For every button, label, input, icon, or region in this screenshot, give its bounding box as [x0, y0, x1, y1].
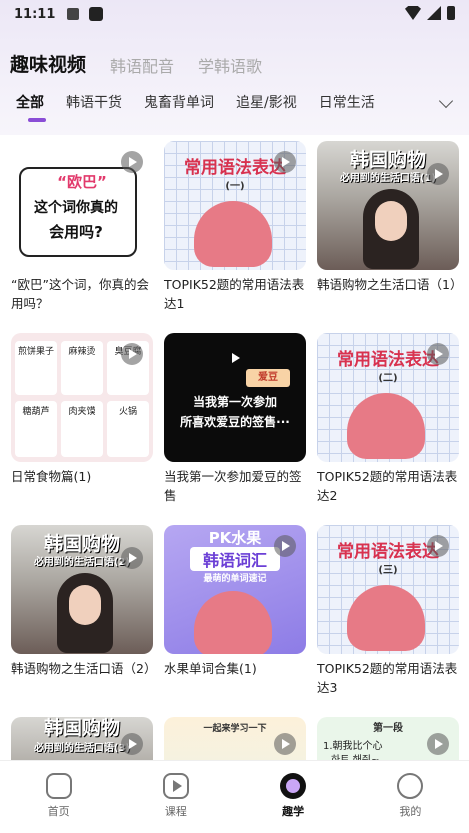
nav-label: 课程: [164, 805, 187, 818]
play-icon[interactable]: [427, 535, 449, 557]
nav-home[interactable]: 首页: [19, 773, 99, 833]
play-icon[interactable]: [224, 347, 246, 369]
video-thumbnail[interactable]: 常用语法表达 (二): [317, 333, 459, 462]
thumbnail-text: (三): [378, 565, 398, 576]
food-tile: 火锅: [107, 401, 149, 457]
tab-korean-songs[interactable]: 学韩语歌: [198, 53, 262, 77]
play-icon[interactable]: [274, 535, 296, 557]
nav-label: 趣学: [282, 805, 305, 818]
nav-courses[interactable]: 课程: [136, 773, 216, 833]
category-tab-korean-tips[interactable]: 韩语干货: [66, 92, 122, 112]
food-tile: 煎饼果子: [15, 341, 57, 395]
video-thumbnail[interactable]: PK水果 韩语词汇 最萌的单词速记: [164, 525, 306, 654]
play-icon[interactable]: [427, 343, 449, 365]
mascot-illustration: [347, 585, 425, 651]
video-thumbnail[interactable]: 常用语法表达 (三): [317, 525, 459, 654]
play-icon[interactable]: [121, 343, 143, 365]
video-caption[interactable]: 韩语购物之生活口语（2）: [11, 659, 156, 678]
mascot-illustration: [347, 393, 425, 459]
video-thumbnail[interactable]: 韩国购物 必用到的生活口语(2): [11, 525, 153, 654]
thumbnail-text: 所喜欢爱豆的签售···: [180, 415, 290, 429]
course-icon: [162, 773, 189, 799]
status-time: 11:11: [14, 6, 56, 22]
nav-label: 我的: [399, 805, 422, 818]
fun-learn-icon: [280, 773, 307, 799]
thumbnail-text: 会用吗?: [49, 223, 103, 241]
video-caption[interactable]: 水果单词合集(1): [164, 659, 306, 678]
video-caption[interactable]: TOPIK52题的常用语法表达3: [317, 659, 459, 697]
status-bar: 11:11: [0, 0, 469, 28]
food-tile: 麻辣烫: [61, 341, 103, 395]
video-card[interactable]: 煎饼果子 麻辣烫 臭豆腐 糖葫芦 肉夹馍 火锅 日常食物篇(1): [11, 333, 153, 486]
video-card[interactable]: 常用语法表达 (二) TOPIK52题的常用语法表达2: [317, 333, 459, 505]
video-thumbnail[interactable]: 韩国购物 必用到的生活口语(1): [317, 141, 459, 270]
play-icon[interactable]: [121, 151, 143, 173]
video-card[interactable]: 常用语法表达 (三) TOPIK52题的常用语法表达3: [317, 525, 459, 697]
notification-square-icon: [89, 7, 104, 21]
video-caption[interactable]: TOPIK52题的常用语法表达1: [164, 275, 306, 313]
thumbnail-text: “欧巴”: [57, 173, 107, 191]
video-thumbnail[interactable]: 常用语法表达 (一): [164, 141, 306, 270]
notification-a-icon: [67, 8, 80, 20]
play-icon[interactable]: [121, 733, 143, 755]
video-thumbnail[interactable]: 煎饼果子 麻辣烫 臭豆腐 糖葫芦 肉夹馍 火锅: [11, 333, 153, 462]
nav-profile[interactable]: 我的: [370, 773, 450, 833]
tab-fun-videos[interactable]: 趣味视频: [10, 50, 97, 77]
video-card[interactable]: 爱豆 当我第一次参加 所喜欢爱豆的签售··· 当我第一次参加爱豆的签售: [164, 333, 306, 505]
signal-icon: [427, 6, 441, 20]
thumbnail-text: 韩语词汇: [190, 547, 280, 571]
play-icon[interactable]: [274, 733, 296, 755]
video-thumbnail[interactable]: 爱豆 当我第一次参加 所喜欢爱豆的签售···: [164, 333, 306, 462]
play-icon[interactable]: [427, 163, 449, 185]
thumbnail-text: 1.朝我比个心: [323, 741, 383, 752]
category-tab-idols-film[interactable]: 追星/影视: [236, 92, 297, 112]
play-icon[interactable]: [274, 151, 296, 173]
mascot-illustration: [194, 591, 272, 654]
food-tile: 肉夹馍: [61, 401, 103, 457]
video-caption[interactable]: 韩语购物之生活口语（1）: [317, 275, 462, 294]
video-card[interactable]: 常用语法表达 (一) TOPIK52题的常用语法表达1: [164, 141, 306, 313]
thumbnail-text: (二): [378, 373, 398, 384]
mascot-illustration: [194, 201, 272, 267]
play-icon[interactable]: [427, 733, 449, 755]
wifi-icon: [405, 6, 421, 20]
video-caption[interactable]: “欧巴”这个词，你真的会用吗？: [11, 275, 153, 313]
presenter-face: [69, 585, 101, 625]
tab-korean-dubbing[interactable]: 韩语配音: [110, 53, 174, 77]
play-icon[interactable]: [121, 547, 143, 569]
idol-sticker: 爱豆: [246, 369, 290, 387]
food-tile: 糖葫芦: [15, 401, 57, 457]
category-tab-vocab[interactable]: 鬼畜背单词: [144, 92, 214, 112]
main-tabs: 趣味视频 韩语配音 学韩语歌: [10, 50, 262, 77]
category-tabs: 全部 韩语干货 鬼畜背单词 追星/影视 日常生活: [16, 92, 375, 122]
thumbnail-text: 这个词你真的: [34, 200, 118, 216]
thumbnail-text: (一): [225, 181, 245, 192]
category-tab-daily-life[interactable]: 日常生活: [319, 92, 375, 112]
video-caption[interactable]: 日常食物篇(1): [11, 467, 153, 486]
video-card[interactable]: PK水果 韩语词汇 最萌的单词速记 水果单词合集(1): [164, 525, 306, 678]
nav-label: 首页: [47, 805, 70, 818]
video-caption[interactable]: 当我第一次参加爱豆的签售: [164, 467, 306, 505]
video-card[interactable]: 韩国购物 必用到的生活口语(2) 韩语购物之生活口语（2）: [11, 525, 156, 678]
home-icon: [45, 773, 72, 799]
thumbnail-text: 最萌的单词速记: [203, 574, 267, 584]
profile-icon: [397, 773, 424, 799]
battery-icon: [447, 6, 455, 20]
thumbnail-text: 当我第一次参加: [192, 395, 277, 409]
presenter-face: [375, 201, 407, 241]
nav-fun-learn[interactable]: 趣学: [253, 773, 333, 833]
category-tab-all[interactable]: 全部: [16, 92, 46, 122]
video-card[interactable]: “欧巴” 这个词你真的 会用吗? “欧巴”这个词，你真的会用吗？: [11, 141, 153, 313]
video-thumbnail[interactable]: “欧巴” 这个词你真的 会用吗?: [11, 141, 153, 270]
thumbnail-text: 第一段: [373, 723, 403, 734]
video-caption[interactable]: TOPIK52题的常用语法表达2: [317, 467, 459, 505]
bottom-navigation: 首页 课程 趣学 我的: [0, 760, 469, 833]
video-card[interactable]: 韩国购物 必用到的生活口语(1) 韩语购物之生活口语（1）: [317, 141, 462, 294]
